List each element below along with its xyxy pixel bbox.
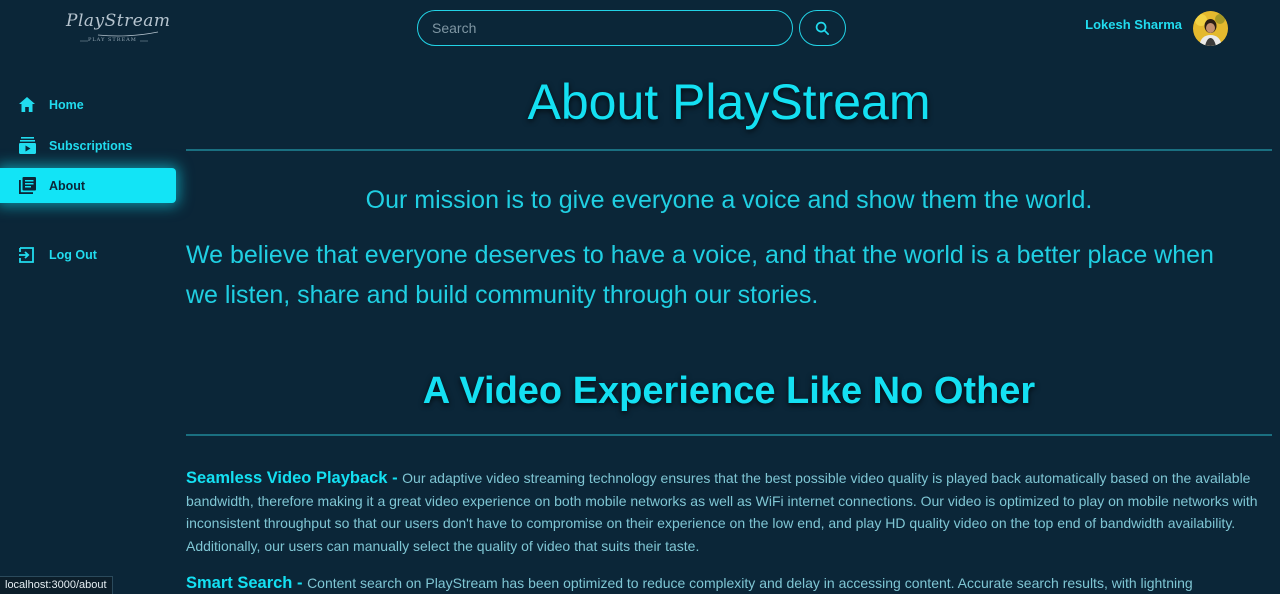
avatar-image — [1193, 11, 1228, 46]
sidebar-item-label: Home — [49, 97, 84, 112]
search-icon — [815, 21, 830, 36]
sidebar-item-label: Log Out — [49, 247, 97, 262]
section-title: A Video Experience Like No Other — [422, 370, 1036, 412]
logo-script-text: PlayStream — [66, 11, 171, 31]
avatar[interactable] — [1193, 11, 1228, 46]
search-input[interactable] — [417, 10, 793, 46]
status-bar-url: localhost:3000/about — [0, 576, 113, 594]
sidebar-item-home[interactable]: Home — [0, 87, 176, 122]
logout-icon — [18, 246, 36, 264]
about-icon — [18, 177, 36, 195]
belief-statement: We believe that everyone deserves to hav… — [186, 241, 1214, 309]
logo-tagline: PLAY STREAM — [88, 37, 137, 43]
sidebar-item-about[interactable]: About — [0, 168, 176, 203]
mission-statement: Our mission is to give everyone a voice … — [365, 186, 1093, 214]
sidebar-item-label: About — [49, 178, 86, 193]
page-title: About PlayStream — [527, 74, 931, 130]
home-icon — [18, 96, 36, 114]
search-button[interactable] — [799, 10, 846, 46]
user-name[interactable]: Lokesh Sharma — [1058, 17, 1182, 32]
feature-title: Seamless Video Playback — [186, 469, 388, 487]
feature-title: Smart Search — [186, 574, 293, 592]
sidebar-item-subscriptions[interactable]: Subscriptions — [0, 128, 176, 163]
feature-smart-search: Smart Search - Content search on PlayStr… — [186, 574, 1193, 592]
title-divider — [186, 149, 1272, 151]
playstream-logo[interactable]: PlayStream PLAY STREAM — [58, 8, 171, 48]
about-page: PlayStream PLAY STREAM Lokesh Sharma — [0, 0, 1280, 594]
feature-text: Content search on PlayStream has been op… — [307, 575, 1193, 591]
sidebar-item-label: Subscriptions — [49, 138, 133, 153]
feature-seamless-playback: Seamless Video Playback - Our adaptive v… — [186, 469, 1258, 554]
subscriptions-icon — [18, 137, 36, 155]
sidebar-item-logout[interactable]: Log Out — [0, 237, 176, 272]
section-divider — [186, 434, 1272, 436]
